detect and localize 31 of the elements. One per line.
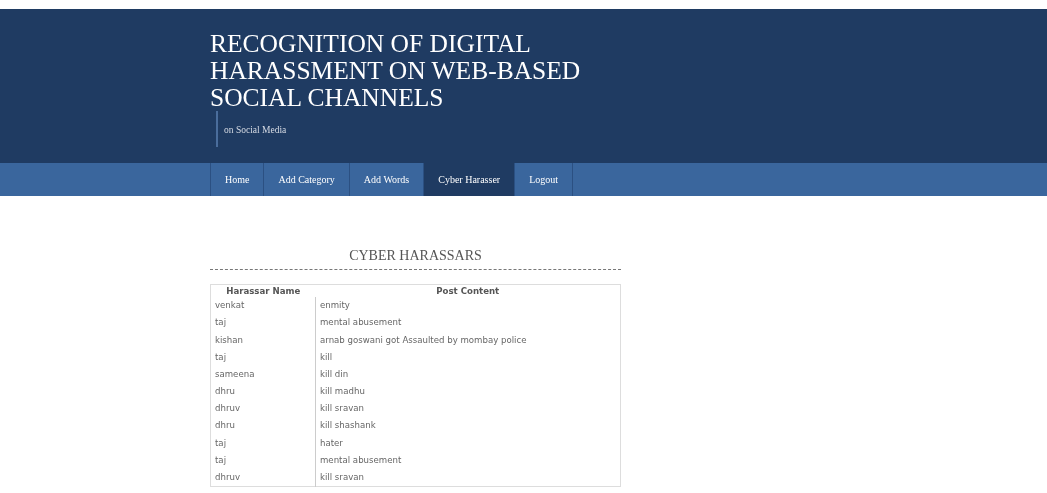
table-cell: dhruv	[210, 400, 316, 418]
column-header: Post Content	[315, 284, 621, 297]
table-cell: arnab goswani got Assaulted by mombay police	[315, 331, 621, 349]
table-cell: taj	[210, 314, 316, 332]
table-cell: taj	[210, 434, 316, 452]
table-cell: hater	[315, 434, 621, 452]
nav-tab[interactable]: Home	[210, 163, 265, 196]
table-cell: kill shashank	[315, 417, 621, 435]
table-cell: sameena	[210, 365, 316, 383]
table-cell: kill sravan	[315, 468, 621, 487]
table-cell: venkat	[210, 297, 316, 315]
table-cell: enmity	[315, 297, 621, 315]
site-title: RECOGNITION OF DIGITAL HARASSMENT ON WEB-BASED SOCIAL CHANNELS	[210, 28, 582, 111]
table-cell: kill	[315, 348, 621, 366]
nav-tab[interactable]: Cyber Harasser	[424, 163, 516, 196]
table-cell: dhru	[210, 382, 316, 401]
nav-tab[interactable]: Logout	[515, 163, 574, 196]
table-cell: kill sravan	[315, 400, 621, 418]
section-title: CYBER HARASSARS	[210, 245, 621, 270]
column-header: Harassar Name	[210, 284, 316, 297]
table-cell: mental abusement	[315, 451, 621, 469]
table-cell: dhru	[210, 417, 316, 435]
table-cell: kill madhu	[315, 382, 621, 401]
nav-tab[interactable]: Add Category	[264, 163, 350, 196]
table-cell: taj	[210, 451, 316, 469]
table-cell: dhruv	[210, 468, 316, 487]
table-cell: kill din	[315, 365, 621, 383]
table-cell: taj	[210, 348, 316, 366]
table-cell: mental abusement	[315, 314, 621, 332]
table-cell: kishan	[210, 331, 316, 349]
site-tagline: on Social Media	[216, 111, 287, 148]
